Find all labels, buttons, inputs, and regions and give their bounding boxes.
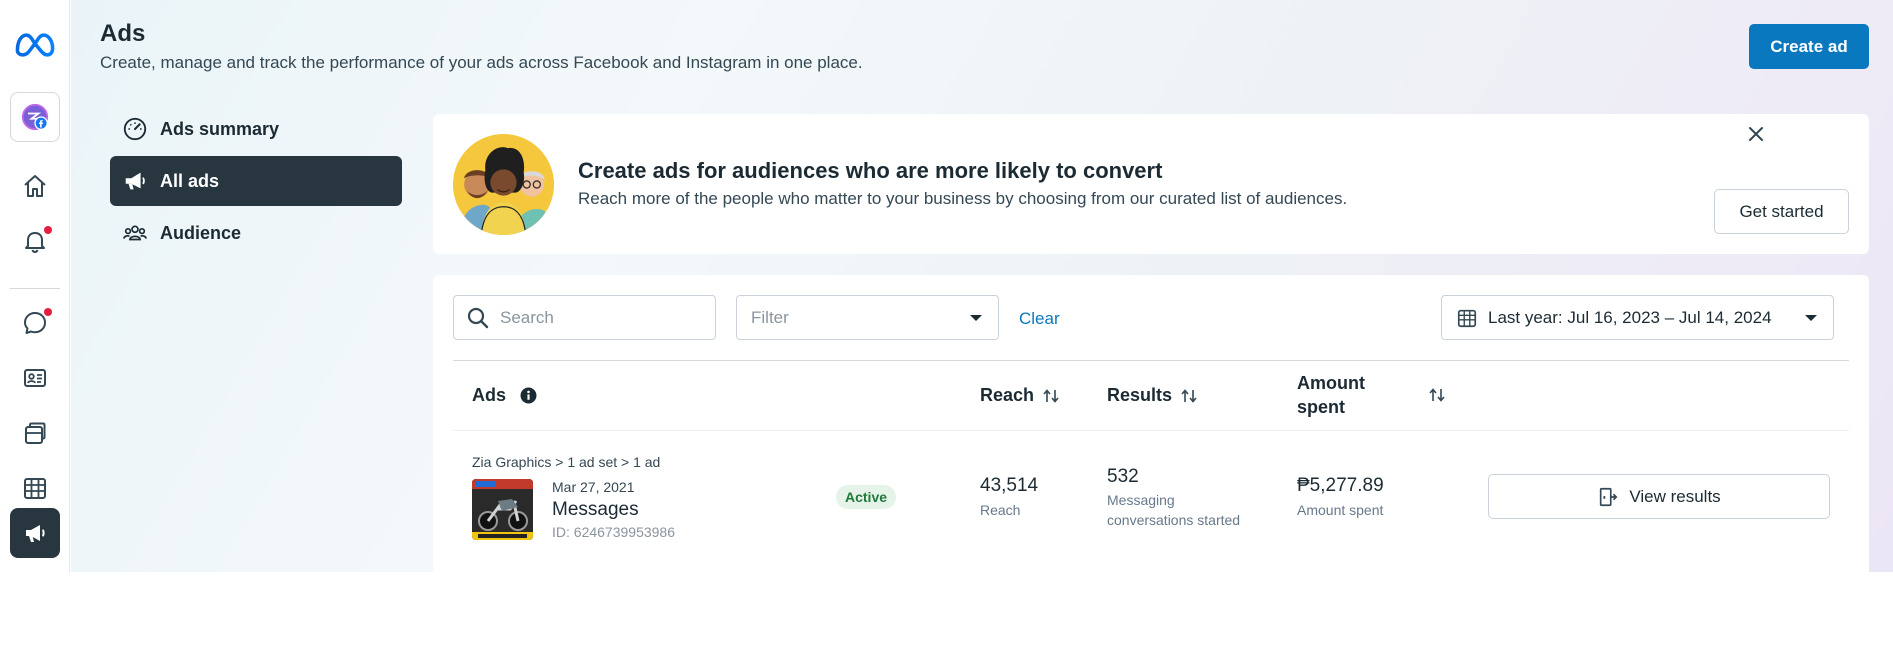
column-header-ads: Ads [472, 385, 537, 406]
date-range-picker[interactable]: Last year: Jul 16, 2023 – Jul 14, 2024 [1441, 295, 1834, 340]
notifications-icon[interactable] [10, 216, 60, 266]
header-label: spent [1297, 397, 1346, 417]
notification-dot [44, 226, 52, 234]
ad-thumbnail [472, 479, 533, 540]
get-started-button[interactable]: Get started [1714, 189, 1849, 234]
ad-id: ID: 6246739953986 [552, 524, 675, 540]
ad-date: Mar 27, 2021 [552, 479, 635, 495]
table-top-divider [453, 360, 1849, 361]
ad-breadcrumb[interactable]: Zia Graphics > 1 ad set > 1 ad [472, 454, 660, 470]
nav-item-all-ads[interactable]: All ads [110, 156, 402, 206]
amount-spent-label: Amount spent [1297, 502, 1384, 518]
meta-logo-icon[interactable] [10, 20, 60, 70]
date-range-label: Last year: Jul 16, 2023 – Jul 14, 2024 [1488, 307, 1772, 327]
page-profile-icon[interactable] [10, 92, 60, 142]
info-icon[interactable] [520, 387, 537, 404]
nav-item-audience[interactable]: Audience [110, 208, 402, 258]
search-input[interactable] [500, 307, 700, 328]
clear-link[interactable]: Clear [1019, 309, 1060, 329]
left-rail [0, 0, 70, 572]
results-label: Messaging [1107, 492, 1175, 508]
megaphone-icon [125, 172, 145, 190]
message-dot [44, 308, 52, 316]
filter-dropdown[interactable]: Filter [736, 295, 999, 340]
nav-item-label: Ads summary [160, 118, 280, 139]
view-results-button[interactable]: View results [1488, 474, 1830, 519]
view-results-icon [1600, 487, 1618, 506]
page-title: Ads [100, 20, 146, 47]
ads-manager-app: Ads Create, manage and track the perform… [0, 0, 1893, 572]
results-value: 532 [1107, 466, 1139, 487]
header-label: Reach [980, 385, 1035, 405]
header-divider [453, 430, 1849, 431]
contacts-icon[interactable] [10, 353, 60, 403]
results-label: conversations started [1107, 512, 1241, 528]
page-subtitle: Create, manage and track the performance… [100, 53, 863, 72]
search-icon [467, 307, 489, 328]
content-icon[interactable] [10, 408, 60, 458]
reach-label: Reach [980, 502, 1021, 518]
audience-illustration [453, 134, 554, 235]
sort-icon[interactable] [1180, 388, 1198, 404]
header-label: Ads [472, 385, 507, 405]
column-header-reach[interactable]: Reach [980, 385, 1060, 406]
close-icon[interactable] [1742, 120, 1770, 148]
caret-down-icon [1805, 314, 1817, 321]
sort-icon[interactable] [1428, 387, 1446, 403]
status-badge: Active [836, 485, 897, 509]
people-icon [123, 225, 147, 241]
rail-divider [10, 288, 60, 289]
promo-title: Create ads for audiences who are more li… [578, 158, 1163, 183]
gauge-icon [123, 117, 147, 141]
view-results-label: View results [1629, 486, 1721, 506]
caret-down-icon [970, 314, 982, 321]
search-field[interactable] [453, 295, 716, 340]
ad-name[interactable]: Messages [552, 499, 639, 521]
home-icon[interactable] [10, 161, 60, 211]
sort-icon[interactable] [1042, 388, 1060, 404]
promo-card: Create ads for audiences who are more li… [433, 114, 1869, 254]
create-ad-button[interactable]: Create ad [1749, 24, 1869, 69]
ads-icon[interactable] [10, 508, 60, 558]
amount-spent-value: ₱5,277.89 [1297, 475, 1384, 496]
nav-item-label: All ads [160, 170, 220, 191]
nav-item-ads-summary[interactable]: Ads summary [110, 104, 402, 154]
header-label: Results [1107, 385, 1173, 405]
planner-icon[interactable] [10, 463, 60, 513]
column-header-amount-spent[interactable]: Amount spent [1297, 371, 1365, 419]
filter-placeholder: Filter [751, 307, 789, 327]
column-header-results[interactable]: Results [1107, 385, 1198, 406]
promo-subtitle: Reach more of the people who matter to y… [578, 189, 1348, 208]
header-label: Amount [1297, 373, 1365, 393]
nav-item-label: Audience [160, 222, 242, 243]
reach-value: 43,514 [980, 475, 1039, 496]
messages-icon[interactable] [10, 298, 60, 348]
calendar-icon [1457, 309, 1477, 327]
